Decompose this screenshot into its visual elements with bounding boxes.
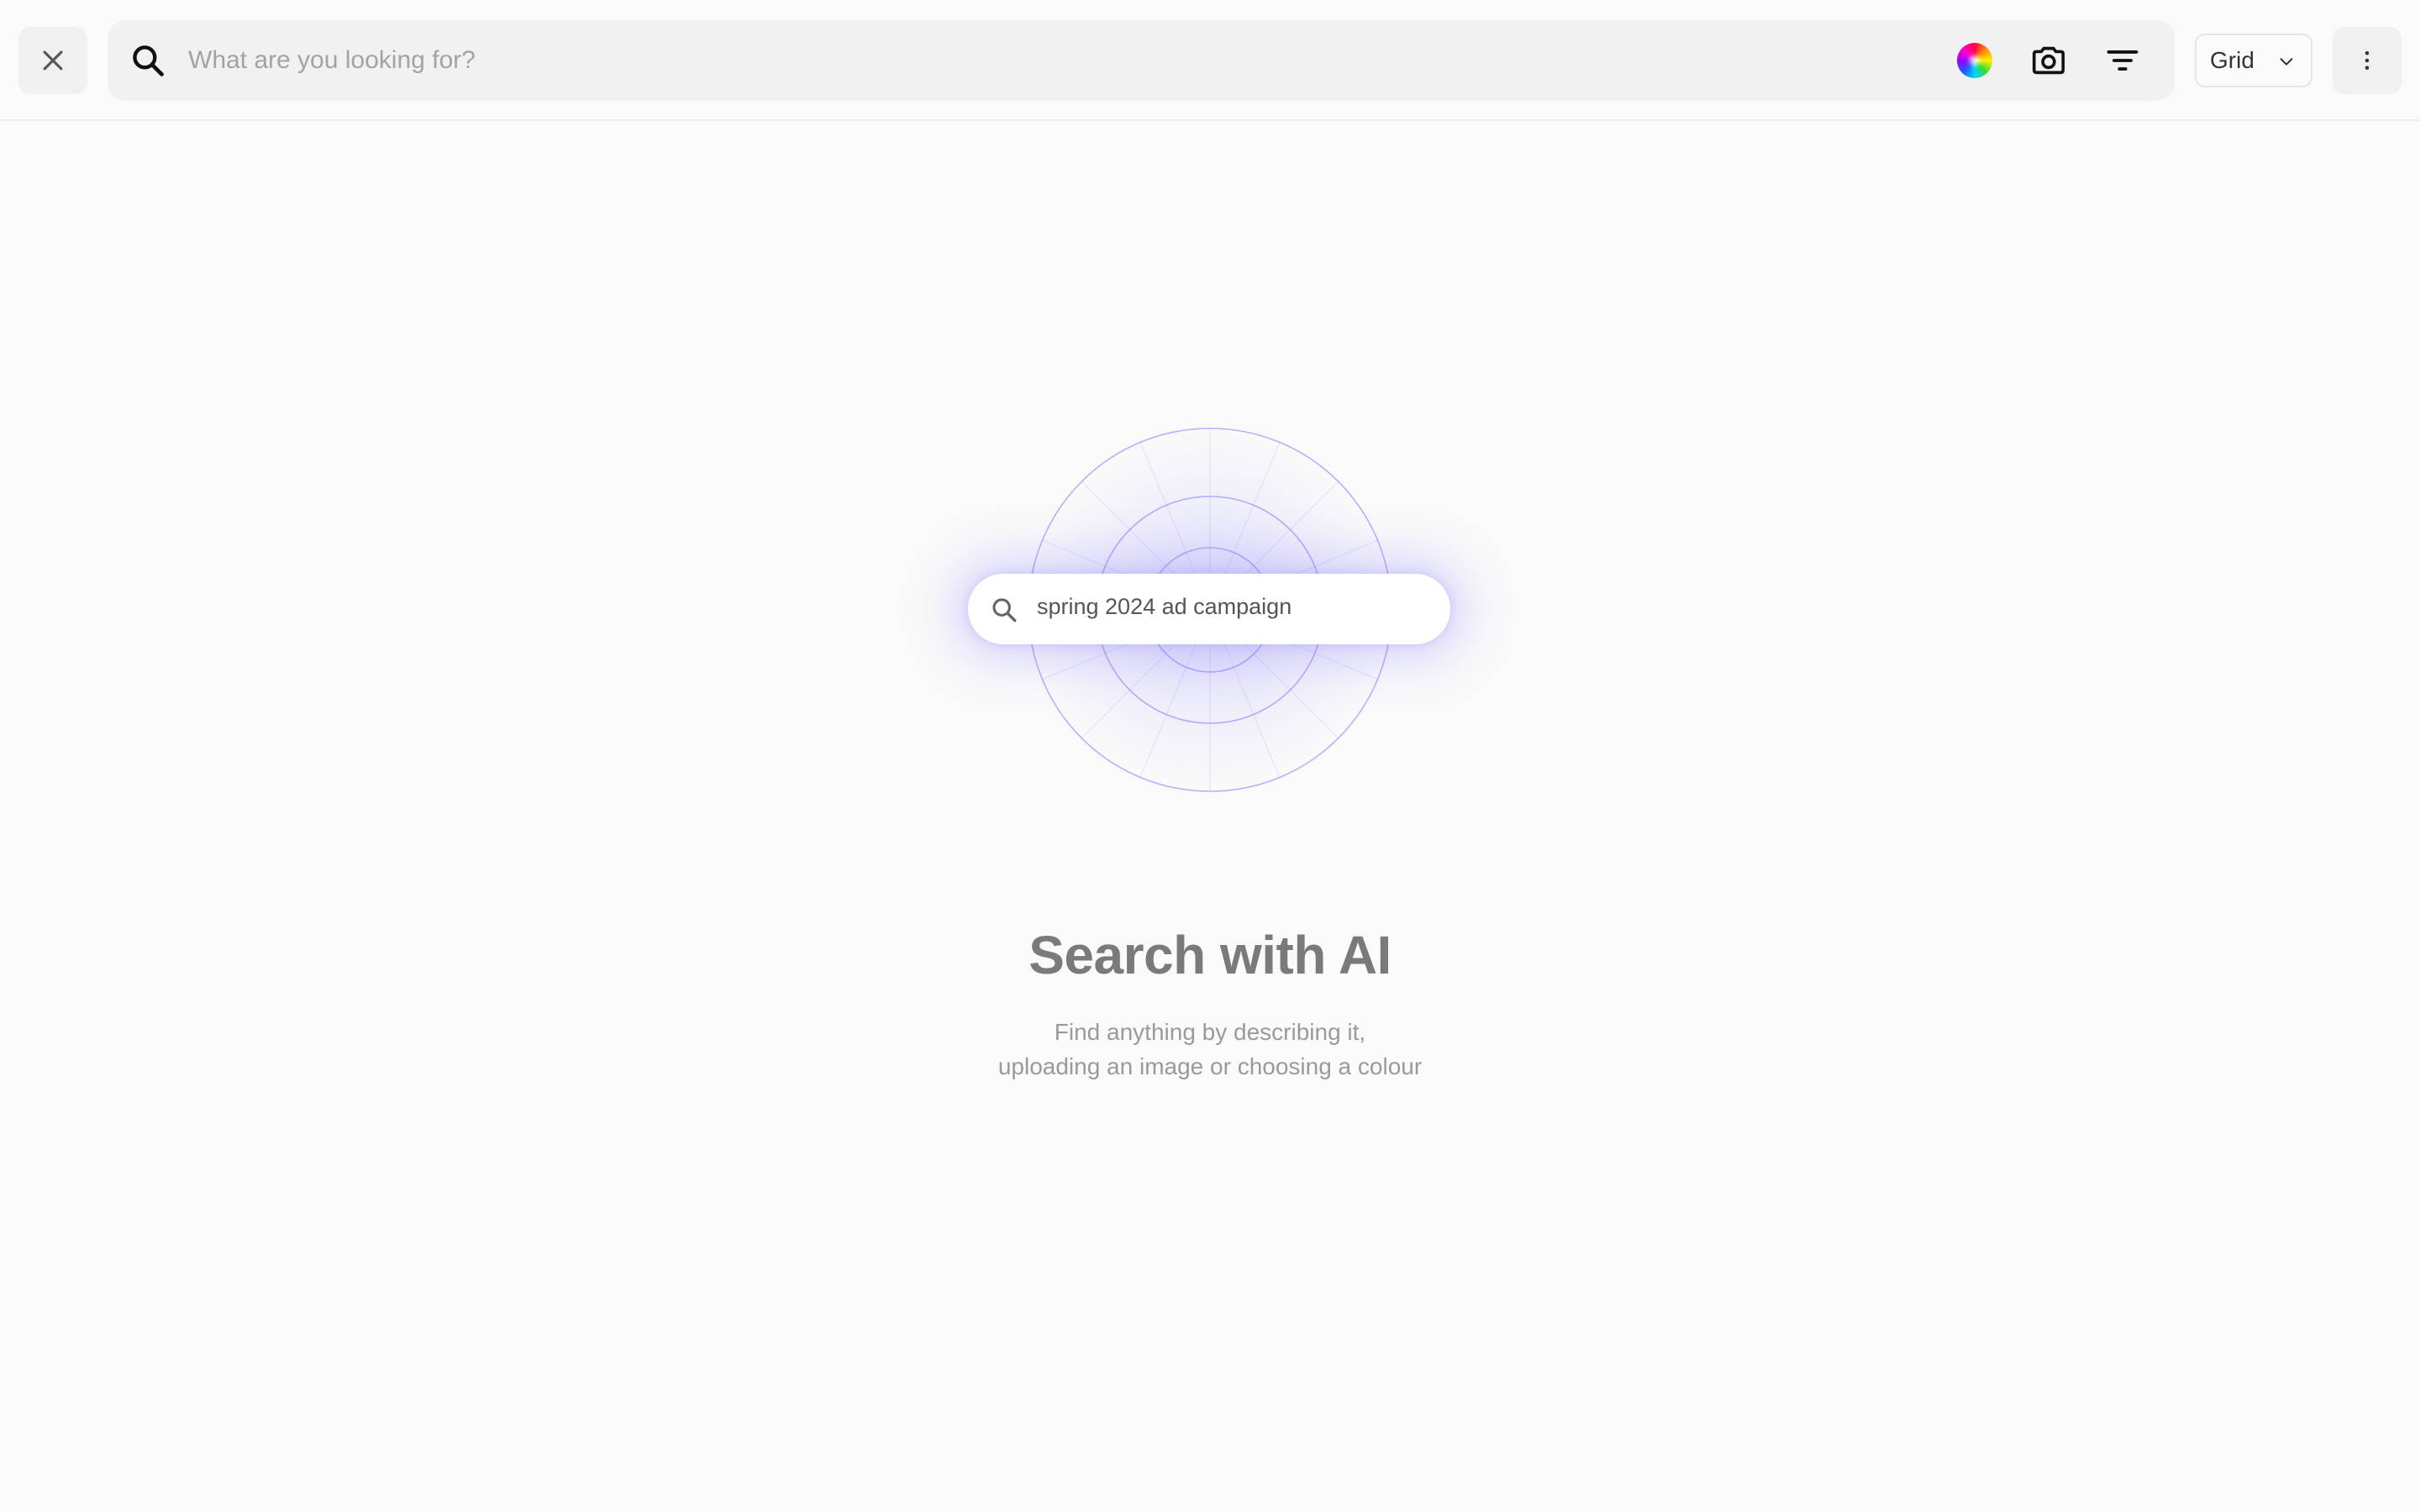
subtitle-line-2: uploading an image or choosing a colour [997, 1053, 1423, 1079]
more-vertical-icon [2365, 51, 2370, 70]
view-mode-label: Grid [2210, 47, 2254, 73]
search-bar[interactable] [108, 20, 2175, 101]
close-icon [43, 50, 63, 71]
color-search-button[interactable] [1954, 40, 1995, 81]
search-icon [133, 45, 164, 76]
chevron-down-icon [2280, 58, 2293, 66]
example-query-text: spring 2024 ad campaign [1037, 594, 1292, 619]
close-button[interactable] [18, 27, 87, 94]
image-search-button[interactable] [2028, 40, 2069, 81]
top-toolbar: Grid [0, 0, 2420, 121]
search-icon [992, 598, 1017, 622]
subtitle-line-1: Find anything by describing it, [1054, 1019, 1366, 1045]
example-search-pill: spring 2024 ad campaign [968, 574, 1450, 644]
search-input[interactable] [188, 39, 1953, 82]
filter-icon [2107, 50, 2139, 71]
camera-icon [2032, 46, 2065, 75]
more-options-button[interactable] [2333, 27, 2402, 94]
empty-state-title: Search with AI [1028, 925, 1392, 985]
filter-button[interactable] [2102, 40, 2143, 81]
view-mode-select[interactable]: Grid [2195, 34, 2312, 87]
empty-state-subtitle: Find anything by describing it, uploadin… [0, 1015, 2420, 1084]
color-wheel-icon [1957, 43, 1992, 78]
